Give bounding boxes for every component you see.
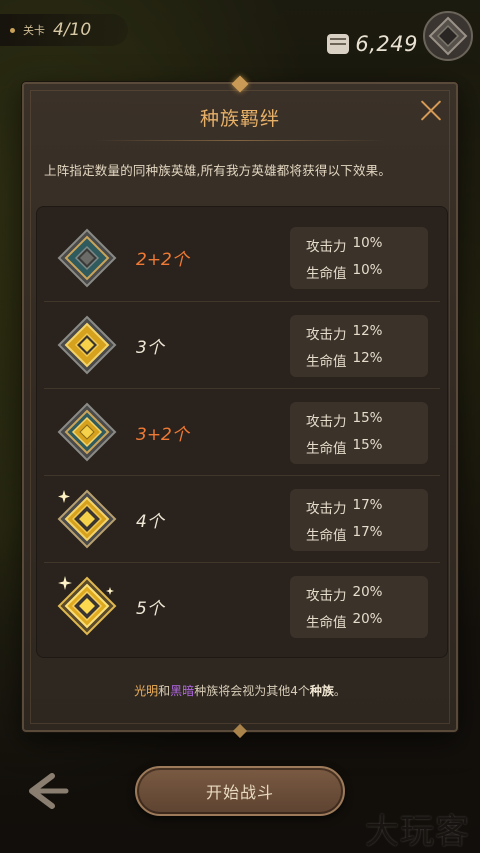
hp-value: 20% bbox=[352, 610, 383, 627]
dark-race-text: 黑暗 bbox=[170, 684, 195, 698]
close-button[interactable] bbox=[418, 96, 446, 124]
title-divider bbox=[94, 140, 386, 141]
power-value: 6,249 bbox=[355, 32, 418, 56]
level-dot-icon bbox=[10, 27, 15, 33]
footnote-and: 和 bbox=[158, 684, 171, 698]
back-arrow-icon[interactable] bbox=[22, 770, 70, 812]
tier-stats-box: 攻击力 20% 生命值 20% bbox=[290, 576, 428, 638]
hp-stat: 生命值 17% bbox=[306, 524, 428, 544]
attack-value: 20% bbox=[352, 583, 383, 600]
attack-label: 攻击力 bbox=[306, 326, 347, 343]
watermark: 大玩客 bbox=[365, 812, 470, 852]
hp-stat: 生命值 15% bbox=[306, 437, 428, 457]
attack-stat: 攻击力 15% bbox=[306, 410, 428, 430]
hp-label: 生命值 bbox=[306, 527, 347, 544]
bond-tier: 3+2个 攻击力 15% 生命值 15% bbox=[44, 388, 440, 475]
teal-diamond-emblem-icon bbox=[57, 228, 117, 287]
dialog-title: 种族羁绊 bbox=[199, 108, 280, 130]
tier-stats-box: 攻击力 12% 生命值 12% bbox=[290, 315, 428, 377]
combat-power: 6,249 bbox=[327, 32, 418, 56]
attack-value: 12% bbox=[352, 322, 383, 339]
hp-label: 生命值 bbox=[306, 353, 347, 370]
tier-count: 3+2个 bbox=[136, 424, 189, 445]
tier-stats-box: 攻击力 15% 生命值 15% bbox=[290, 402, 428, 464]
footnote-middle: 种族将会视为其他4个 bbox=[194, 684, 310, 698]
footnote-end: 。 bbox=[333, 684, 346, 698]
hp-stat: 生命值 20% bbox=[306, 611, 428, 631]
tier-count: 3个 bbox=[136, 337, 164, 358]
rank-badge-icon[interactable] bbox=[422, 10, 474, 62]
hp-label: 生命值 bbox=[306, 614, 347, 631]
tier-stats-box: 攻击力 17% 生命值 17% bbox=[290, 489, 428, 551]
bond-tier-list: 2+2个 攻击力 10% 生命值 10% 3个 攻击力 12% 生命值 12% … bbox=[36, 206, 448, 658]
attack-value: 10% bbox=[352, 234, 383, 251]
race-footnote: 光明和黑暗种族将会视为其他4个种族。 bbox=[24, 682, 456, 699]
tier-count: 5个 bbox=[136, 598, 164, 619]
light-race-text: 光明 bbox=[134, 684, 159, 698]
hp-label: 生命值 bbox=[306, 440, 347, 457]
fist-icon bbox=[327, 34, 350, 54]
attack-label: 攻击力 bbox=[306, 413, 347, 430]
start-battle-button[interactable]: 开始战斗 bbox=[135, 766, 345, 816]
attack-label: 攻击力 bbox=[306, 238, 347, 255]
level-value: 4/10 bbox=[53, 20, 92, 40]
attack-stat: 攻击力 17% bbox=[306, 497, 428, 517]
gold-diamond-radiant-emblem-icon bbox=[57, 576, 117, 636]
attack-stat: 攻击力 12% bbox=[306, 323, 428, 343]
hp-value: 10% bbox=[352, 261, 383, 278]
level-label: 关卡 bbox=[23, 24, 45, 37]
hp-value: 17% bbox=[352, 523, 383, 540]
bond-tier: 4个 攻击力 17% 生命值 17% bbox=[44, 475, 440, 562]
attack-stat: 攻击力 20% bbox=[306, 584, 428, 604]
bond-tier: 2+2个 攻击力 10% 生命值 10% bbox=[44, 214, 440, 301]
gold-diamond-emblem-icon bbox=[57, 315, 117, 375]
tier-stats-box: 攻击力 10% 生命值 10% bbox=[290, 227, 428, 289]
attack-stat: 攻击力 10% bbox=[306, 235, 428, 255]
teal-gold-diamond-emblem-icon bbox=[57, 402, 117, 462]
tier-count: 4个 bbox=[136, 511, 164, 532]
footnote-race: 种族 bbox=[309, 684, 334, 698]
attack-label: 攻击力 bbox=[306, 587, 347, 604]
hp-label: 生命值 bbox=[306, 265, 347, 282]
attack-label: 攻击力 bbox=[306, 500, 347, 517]
gold-diamond-sparkle-emblem-icon bbox=[57, 489, 117, 549]
hp-stat: 生命值 12% bbox=[306, 350, 428, 370]
dialog-description: 上阵指定数量的同种族英雄,所有我方英雄都将获得以下效果。 bbox=[44, 163, 392, 178]
attack-value: 15% bbox=[352, 409, 383, 426]
tier-count: 2+2个 bbox=[136, 250, 189, 270]
hp-value: 12% bbox=[352, 349, 383, 366]
hp-value: 15% bbox=[352, 436, 383, 453]
bond-tier: 5个 攻击力 20% 生命值 20% bbox=[44, 562, 440, 649]
race-bond-dialog: 种族羁绊 上阵指定数量的同种族英雄,所有我方英雄都将获得以下效果。 2+2个 攻… bbox=[22, 75, 458, 739]
attack-value: 17% bbox=[352, 496, 383, 513]
level-indicator: 关卡 4/10 bbox=[0, 14, 128, 46]
hp-stat: 生命值 10% bbox=[306, 262, 428, 282]
bond-tier: 3个 攻击力 12% 生命值 12% bbox=[44, 301, 440, 388]
